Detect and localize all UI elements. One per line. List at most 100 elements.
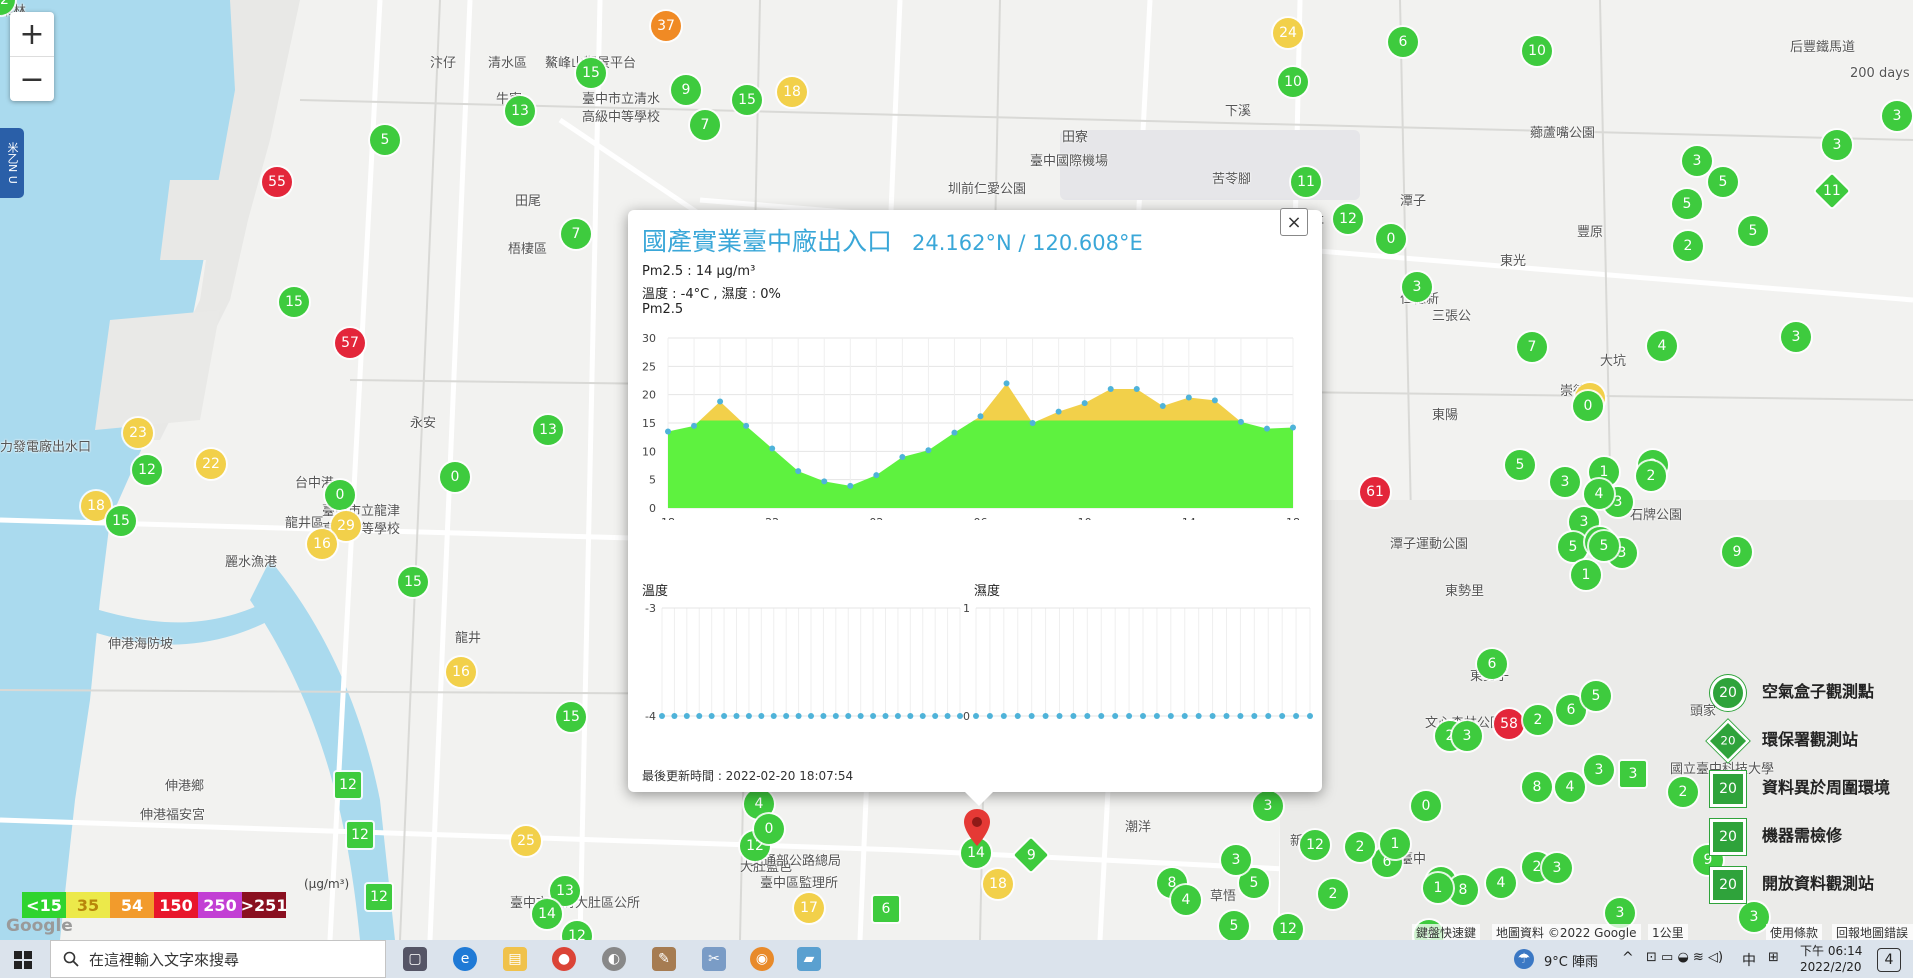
airbox-station-marker[interactable]: 2 bbox=[1318, 879, 1348, 909]
zoom-out-button[interactable]: − bbox=[10, 56, 54, 101]
airbox-station-marker[interactable]: 15 bbox=[106, 506, 136, 536]
airbox-station-marker[interactable]: 37 bbox=[651, 11, 681, 41]
airbox-station-marker[interactable]: 11 bbox=[1291, 167, 1321, 197]
airbox-station-marker[interactable]: 2 bbox=[1673, 231, 1703, 261]
airbox-station-marker[interactable]: 3 bbox=[1781, 322, 1811, 352]
airbox-station-marker[interactable]: 6 bbox=[1388, 27, 1418, 57]
airbox-station-marker[interactable]: 2 bbox=[1345, 832, 1375, 862]
airbox-station-marker[interactable]: 15 bbox=[556, 702, 586, 732]
airbox-station-marker[interactable]: 5 bbox=[1219, 911, 1249, 940]
airbox-station-marker[interactable]: 15 bbox=[279, 287, 309, 317]
airbox-station-marker[interactable]: 12 bbox=[132, 455, 162, 485]
airbox-station-marker[interactable]: 14 bbox=[532, 899, 562, 929]
app-icon-4[interactable]: ▰ bbox=[797, 947, 821, 971]
airbox-station-marker[interactable]: 8 bbox=[1522, 772, 1552, 802]
blender-icon[interactable]: ◉ bbox=[750, 947, 774, 971]
open-data-station-marker[interactable]: 12 bbox=[335, 772, 361, 798]
airbox-station-marker[interactable]: 4 bbox=[1555, 772, 1585, 802]
airbox-station-marker[interactable]: 57 bbox=[335, 328, 365, 358]
airbox-station-marker[interactable]: 3 bbox=[1682, 146, 1712, 176]
map-canvas[interactable]: 清水區鰲峰山觀景平台臺中市立清水高級中等學校牛寮汴仔田尾梧棲區永安臺中國際機場圳… bbox=[0, 0, 1913, 940]
app-icon-2[interactable]: ✎ bbox=[652, 947, 676, 971]
airbox-station-marker[interactable]: 18 bbox=[983, 869, 1013, 899]
open-data-station-marker[interactable]: 12 bbox=[347, 822, 373, 848]
airbox-station-marker[interactable]: 10 bbox=[1278, 67, 1308, 97]
airbox-station-marker[interactable]: 22 bbox=[196, 449, 226, 479]
airbox-station-marker[interactable]: 4 bbox=[1171, 885, 1201, 915]
airbox-station-marker[interactable]: 7 bbox=[561, 219, 591, 249]
airbox-station-marker[interactable]: 3 bbox=[1452, 721, 1482, 751]
airbox-station-marker[interactable]: 12 bbox=[1333, 204, 1363, 234]
open-data-station-marker[interactable]: 12 bbox=[366, 884, 392, 910]
edge-icon[interactable]: e bbox=[453, 947, 477, 971]
airbox-station-marker[interactable]: 3 bbox=[1253, 791, 1283, 821]
airbox-station-marker[interactable]: 24 bbox=[1273, 18, 1303, 48]
keyboard-shortcuts-link[interactable]: 鍵盤快速鍵 bbox=[1412, 924, 1481, 940]
airbox-station-marker[interactable]: 5 bbox=[1672, 189, 1702, 219]
airbox-station-marker[interactable]: 15 bbox=[398, 567, 428, 597]
airbox-station-marker[interactable]: 7 bbox=[690, 110, 720, 140]
ime-mode-icon[interactable]: ⊞ bbox=[1768, 950, 1779, 965]
tray-icons[interactable]: ⊡ ▭ ◒ ≋ ◁) bbox=[1646, 950, 1723, 965]
airbox-station-marker[interactable]: 0 bbox=[754, 814, 784, 844]
airbox-station-marker[interactable]: 5 bbox=[1589, 531, 1619, 561]
airbox-station-marker[interactable]: 3 bbox=[1739, 902, 1769, 932]
airbox-station-marker[interactable]: 1 bbox=[1423, 873, 1453, 903]
airbox-station-marker[interactable]: 3 bbox=[1584, 755, 1614, 785]
airbox-station-marker[interactable]: 5 bbox=[1581, 681, 1611, 711]
airbox-station-marker[interactable]: 4 bbox=[1486, 868, 1516, 898]
clock-date[interactable]: 2022/2/20 bbox=[1800, 960, 1862, 974]
terms-link[interactable]: 使用條款 bbox=[1766, 924, 1823, 940]
airbox-station-marker[interactable]: 3 bbox=[1221, 845, 1251, 875]
airbox-station-marker[interactable]: 5 bbox=[1505, 450, 1535, 480]
airbox-station-marker[interactable]: 12 bbox=[1300, 830, 1330, 860]
app-icon-1[interactable]: ◐ bbox=[602, 947, 626, 971]
airbox-station-marker[interactable]: 3 bbox=[1542, 853, 1572, 883]
airbox-station-marker[interactable]: 17 bbox=[794, 893, 824, 923]
airbox-station-marker[interactable]: 15 bbox=[576, 58, 606, 88]
airbox-station-marker[interactable]: 3 bbox=[1882, 101, 1912, 131]
clock-time[interactable]: 下午 06:14 bbox=[1800, 942, 1862, 959]
open-data-station-marker[interactable]: 6 bbox=[873, 896, 899, 922]
airbox-station-marker[interactable]: 4 bbox=[1584, 479, 1614, 509]
weather-text[interactable]: 9°C 陣雨 bbox=[1544, 951, 1598, 970]
airbox-station-marker[interactable]: 7 bbox=[1517, 332, 1547, 362]
file-explorer-icon[interactable]: ▤ bbox=[503, 947, 527, 971]
side-panel-tab[interactable]: 米乙N U bbox=[0, 128, 24, 198]
airbox-station-marker[interactable]: 18 bbox=[777, 77, 807, 107]
airbox-station-marker[interactable]: 4 bbox=[1647, 331, 1677, 361]
tray-chevron-icon[interactable]: ^ bbox=[1622, 950, 1634, 966]
airbox-station-marker[interactable]: 0 bbox=[1376, 224, 1406, 254]
airbox-station-marker[interactable]: 25 bbox=[511, 826, 541, 856]
airbox-station-marker[interactable]: 0 bbox=[440, 462, 470, 492]
location-pin-icon[interactable] bbox=[963, 808, 991, 848]
airbox-station-marker[interactable]: 61 bbox=[1360, 477, 1390, 507]
notification-icon[interactable]: 4 bbox=[1877, 948, 1901, 972]
airbox-station-marker[interactable]: 15 bbox=[732, 85, 762, 115]
airbox-station-marker[interactable]: 58 bbox=[1494, 709, 1524, 739]
task-view-icon[interactable]: ▢ bbox=[403, 947, 427, 971]
airbox-station-marker[interactable]: 5 bbox=[1738, 216, 1768, 246]
airbox-station-marker[interactable]: 9 bbox=[671, 75, 701, 105]
airbox-station-marker[interactable]: 5 bbox=[1708, 167, 1738, 197]
airbox-station-marker[interactable]: 12 bbox=[1273, 914, 1303, 940]
airbox-station-marker[interactable]: 1 bbox=[1380, 829, 1410, 859]
airbox-station-marker[interactable]: 0 bbox=[325, 480, 355, 510]
taskbar-search[interactable]: 在這裡輸入文字來搜尋 bbox=[50, 940, 386, 978]
airbox-station-marker[interactable]: 23 bbox=[123, 418, 153, 448]
airbox-station-marker[interactable]: 3 bbox=[1550, 467, 1580, 497]
airbox-station-marker[interactable]: 13 bbox=[505, 96, 535, 126]
airbox-station-marker[interactable]: 6 bbox=[1477, 649, 1507, 679]
windows-start-icon[interactable] bbox=[14, 951, 32, 969]
airbox-station-marker[interactable]: 5 bbox=[1558, 532, 1588, 562]
airbox-station-marker[interactable]: 10 bbox=[1522, 36, 1552, 66]
close-icon[interactable]: × bbox=[1280, 208, 1308, 236]
airbox-station-marker[interactable]: 1 bbox=[1571, 560, 1601, 590]
airbox-station-marker[interactable]: 2 bbox=[1668, 777, 1698, 807]
airbox-station-marker[interactable]: 13 bbox=[533, 415, 563, 445]
zoom-in-button[interactable]: + bbox=[10, 12, 54, 56]
airbox-station-marker[interactable]: 0 bbox=[1411, 791, 1441, 821]
airbox-station-marker[interactable]: 0 bbox=[1573, 391, 1603, 421]
airbox-station-marker[interactable]: 2 bbox=[1636, 461, 1666, 491]
airbox-station-marker[interactable]: 16 bbox=[446, 657, 476, 687]
